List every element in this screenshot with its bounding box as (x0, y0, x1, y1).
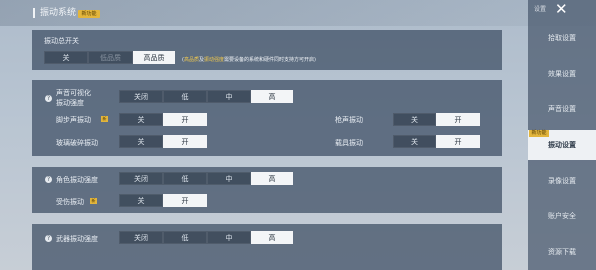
gunshot-off-button[interactable]: 关 (393, 113, 436, 126)
sidebar-item-pickup[interactable]: 拾取设置 (528, 23, 596, 53)
hit-on-button[interactable]: 开 (163, 194, 207, 207)
sound-visual-label: 声音可视化 振动强度 (56, 89, 91, 107)
sound-level-high[interactable]: 高 (251, 90, 293, 103)
master-off-button[interactable]: 关 (44, 51, 88, 64)
vehicle-vibration-label: 载具振动 (335, 139, 363, 147)
footstep-new-tag: 新 (101, 116, 108, 122)
vehicle-on-button[interactable]: 开 (436, 135, 480, 148)
sound-level-low[interactable]: 低 (163, 90, 207, 103)
help-icon[interactable]: ? (45, 176, 52, 183)
footstep-vibration-label: 脚步声振动 (56, 116, 91, 124)
sound-level-mid[interactable]: 中 (207, 90, 251, 103)
close-icon[interactable]: ✕ (555, 1, 568, 17)
glass-on-button[interactable]: 开 (163, 135, 207, 148)
sidebar-item-downloads[interactable]: 资源下载 (528, 237, 596, 267)
hit-off-button[interactable]: 关 (119, 194, 163, 207)
gunshot-vibration-label: 枪声振动 (335, 116, 363, 124)
character-strength-label: 角色振动强度 (56, 176, 98, 184)
help-icon[interactable]: ? (45, 95, 52, 102)
character-level-low[interactable]: 低 (163, 172, 207, 185)
glass-off-button[interactable]: 关 (119, 135, 163, 148)
character-level-high[interactable]: 高 (251, 172, 293, 185)
character-level-off[interactable]: 关闭 (119, 172, 163, 185)
weapon-strength-label: 武器振动强度 (56, 235, 98, 243)
new-feature-badge: 新功能 (78, 10, 100, 18)
page-title: 振动系统 (33, 8, 76, 18)
weapon-level-off[interactable]: 关闭 (119, 231, 163, 244)
sidebar-header-label: 设置 (534, 6, 547, 13)
weapon-level-low[interactable]: 低 (163, 231, 207, 244)
character-level-mid[interactable]: 中 (207, 172, 251, 185)
glass-vibration-label: 玻璃破碎振动 (56, 139, 98, 147)
sidebar-new-badge: 新功能 (529, 130, 549, 137)
sidebar-item-effects[interactable]: 效果设置 (528, 59, 596, 89)
weapon-level-mid[interactable]: 中 (207, 231, 251, 244)
hit-vibration-label: 受伤振动 (56, 198, 84, 206)
master-low-quality-button[interactable]: 低品质 (88, 51, 133, 64)
gunshot-on-button[interactable]: 开 (436, 113, 480, 126)
sidebar-item-sound[interactable]: 声音设置 (528, 94, 596, 124)
vehicle-off-button[interactable]: 关 (393, 135, 436, 148)
footstep-off-button[interactable]: 关 (119, 113, 163, 126)
help-icon[interactable]: ? (45, 235, 52, 242)
master-note: (高品质及振动强度需要设备的系统和硬件同时支持方可开启) (182, 57, 316, 63)
sidebar-item-replay[interactable]: 录像设置 (528, 166, 596, 196)
weapon-level-high[interactable]: 高 (251, 231, 293, 244)
hit-new-tag: 新 (90, 198, 97, 204)
sidebar-item-account[interactable]: 账户安全 (528, 201, 596, 231)
master-high-quality-button[interactable]: 高品质 (133, 51, 175, 64)
footstep-on-button[interactable]: 开 (163, 113, 207, 126)
master-switch-label: 振动总开关 (44, 37, 79, 45)
sound-level-off[interactable]: 关闭 (119, 90, 163, 103)
